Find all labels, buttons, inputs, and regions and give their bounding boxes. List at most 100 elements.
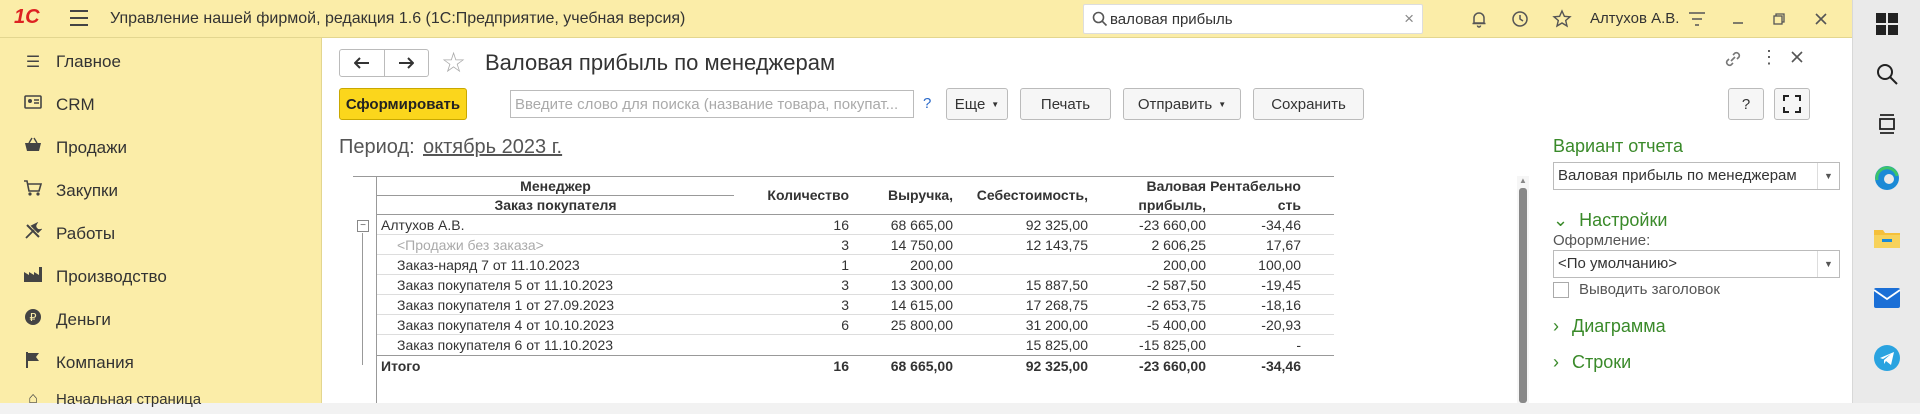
report-scrollbar[interactable]: ▲: [1517, 176, 1529, 403]
sidebar-item-home[interactable]: ⌂ Начальная страница: [0, 384, 322, 414]
table-row[interactable]: <Продажи без заказа> 3 14 750,00 12 143,…: [377, 235, 1334, 255]
cell-gross: -2 653,75: [1146, 297, 1206, 313]
user-name[interactable]: Алтухов А.В.: [1590, 10, 1679, 27]
more-actions-icon[interactable]: ⋮: [1760, 47, 1778, 68]
telegram-icon[interactable]: [1871, 342, 1903, 374]
print-button[interactable]: Печать: [1020, 88, 1111, 120]
report-table: Менеджер Заказ покупателя Количество Выр…: [339, 176, 1529, 403]
cell-qty: 16: [833, 217, 849, 233]
rows-group-toggle[interactable]: › Строки: [1553, 352, 1631, 373]
chevron-right-icon: ›: [1553, 316, 1559, 336]
cell-name: Заказ покупателя 5 от 11.10.2023: [397, 277, 614, 293]
minimize-icon[interactable]: [1725, 6, 1751, 32]
cell-revenue: 68 665,00: [890, 358, 953, 374]
gutter-header: [353, 176, 377, 214]
cell-gross: -15 825,00: [1139, 337, 1206, 353]
sidebar-item-purchases[interactable]: Закупки: [0, 169, 322, 212]
cell-cost: 12 143,75: [1025, 237, 1088, 253]
cell-gross: -2 587,50: [1146, 277, 1206, 293]
sidebar-item-money[interactable]: ₽ Деньги: [0, 298, 322, 341]
settings-group-toggle[interactable]: ⌄ Настройки: [1553, 210, 1667, 231]
scroll-up-icon[interactable]: ▲: [1519, 176, 1527, 185]
add-favorite-star-icon[interactable]: ☆: [441, 46, 466, 79]
top-bar: 1С Управление нашей фирмой, редакция 1.6…: [0, 0, 1852, 38]
main-menu-icon[interactable]: [70, 10, 88, 26]
forward-arrow-icon[interactable]: [383, 50, 428, 76]
global-search-value: валовая прибыль: [1110, 11, 1233, 28]
sidebar-item-label: Работы: [56, 223, 116, 243]
save-button[interactable]: Сохранить: [1253, 88, 1364, 120]
restore-icon[interactable]: [1766, 6, 1792, 32]
edge-browser-icon[interactable]: [1871, 162, 1903, 194]
chevron-down-icon[interactable]: ▼: [1817, 163, 1839, 189]
help-button[interactable]: ?: [1728, 88, 1764, 120]
app-logo[interactable]: 1С: [14, 6, 60, 30]
sidebar-item-label: Закупки: [56, 180, 118, 200]
windows-start-icon[interactable]: [1871, 8, 1903, 40]
search-icon[interactable]: [1871, 58, 1903, 90]
sidebar-item-label: Продажи: [56, 137, 127, 157]
sidebar-item-sales[interactable]: Продажи: [0, 126, 322, 169]
sidebar-item-production[interactable]: Производство: [0, 255, 322, 298]
fullscreen-button[interactable]: [1774, 88, 1810, 120]
table-row-group[interactable]: Алтухов А.В. 16 68 665,00 92 325,00 -23 …: [377, 215, 1334, 235]
table-row[interactable]: Заказ покупателя 6 от 11.10.2023 15 825,…: [377, 335, 1334, 355]
cell-rent: -34,46: [1261, 217, 1301, 233]
cell-revenue: 68 665,00: [890, 217, 953, 233]
header-profitability-2: сть: [1277, 197, 1301, 213]
cell-cost: 92 325,00: [1025, 217, 1088, 233]
close-app-icon[interactable]: [1808, 6, 1834, 32]
table-row[interactable]: Заказ покупателя 1 от 27.09.2023 3 14 61…: [377, 295, 1334, 315]
cell-name: Итого: [381, 358, 421, 374]
tools-icon: [20, 221, 46, 245]
send-button-label: Отправить: [1137, 95, 1213, 113]
report-search-input[interactable]: Введите слово для поиска (название товар…: [510, 90, 914, 118]
task-view-icon[interactable]: [1871, 108, 1903, 140]
global-search-input[interactable]: валовая прибыль ×: [1083, 4, 1423, 34]
chevron-down-icon: ▼: [991, 99, 1000, 109]
file-explorer-icon[interactable]: [1871, 222, 1903, 254]
cell-name: Заказ покупателя 1 от 27.09.2023: [397, 297, 615, 313]
cell-gross: -23 660,00: [1139, 358, 1206, 374]
variant-select[interactable]: Валовая прибыль по менеджерам ▼: [1553, 162, 1840, 190]
sidebar-item-company[interactable]: Компания: [0, 341, 322, 384]
header-order: Заказ покупателя: [494, 197, 617, 213]
close-form-icon[interactable]: [1791, 50, 1803, 68]
sidebar-item-works[interactable]: Работы: [0, 212, 322, 255]
history-icon[interactable]: [1507, 6, 1533, 32]
show-header-checkbox[interactable]: [1553, 282, 1569, 298]
cell-gross: 200,00: [1163, 257, 1206, 273]
cart-icon: [20, 179, 46, 202]
show-header-label[interactable]: Выводить заголовок: [1579, 281, 1720, 298]
favorites-star-icon[interactable]: [1549, 6, 1575, 32]
send-button[interactable]: Отправить ▼: [1123, 88, 1241, 120]
search-help-link[interactable]: ?: [923, 95, 931, 112]
generate-button[interactable]: Сформировать: [339, 88, 467, 120]
more-button[interactable]: Еще ▼: [946, 88, 1008, 120]
period-link[interactable]: октябрь 2023 г.: [423, 136, 562, 159]
back-arrow-icon[interactable]: [340, 50, 384, 76]
sidebar: ☰ Главное CRM Продажи Закупки Работы Про…: [0, 38, 322, 408]
collapse-group-icon[interactable]: −: [357, 220, 369, 232]
bell-icon[interactable]: [1466, 6, 1492, 32]
table-row[interactable]: Заказ покупателя 4 от 10.10.2023 6 25 80…: [377, 315, 1334, 335]
chevron-down-icon[interactable]: ▼: [1817, 251, 1839, 277]
sidebar-item-crm[interactable]: CRM: [0, 83, 322, 126]
table-row[interactable]: Заказ покупателя 5 от 11.10.2023 3 13 30…: [377, 275, 1334, 295]
cell-qty: 3: [841, 237, 849, 253]
cell-name: Алтухов А.В.: [381, 217, 465, 233]
sidebar-item-main[interactable]: ☰ Главное: [0, 40, 322, 83]
design-select[interactable]: <По умолчанию> ▼: [1553, 250, 1840, 278]
cell-revenue: 25 800,00: [890, 317, 953, 333]
clear-search-icon[interactable]: ×: [1404, 9, 1414, 29]
settings-menu-icon[interactable]: [1684, 6, 1710, 32]
variant-select-value: Валовая прибыль по менеджерам: [1558, 167, 1797, 184]
mail-icon[interactable]: [1871, 282, 1903, 314]
table-row[interactable]: Заказ-наряд 7 от 11.10.2023 1 200,00 200…: [377, 255, 1334, 275]
cell-cost: 92 325,00: [1025, 358, 1088, 374]
link-icon[interactable]: [1724, 50, 1742, 73]
sidebar-item-label: Начальная страница: [56, 390, 202, 408]
scrollbar-thumb[interactable]: [1519, 188, 1527, 403]
table-row-total[interactable]: Итого 16 68 665,00 92 325,00 -23 660,00 …: [377, 355, 1334, 375]
diagram-group-toggle[interactable]: › Диаграмма: [1553, 316, 1666, 337]
